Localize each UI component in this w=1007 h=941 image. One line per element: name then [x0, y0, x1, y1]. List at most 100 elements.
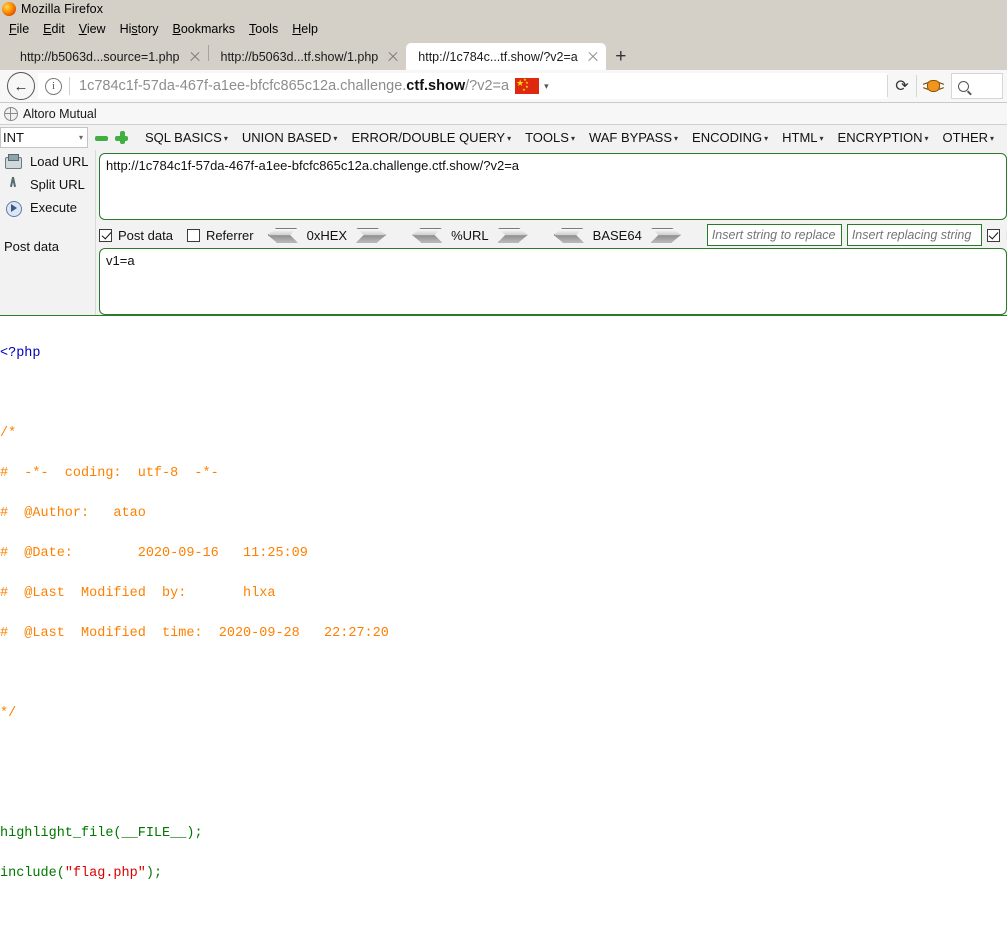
- php-open-tag: <?php: [0, 346, 41, 361]
- execute-button[interactable]: Execute: [0, 196, 95, 219]
- search-icon: [958, 80, 969, 92]
- url-host: ctf.show: [406, 78, 466, 94]
- menu-item-bookmarks[interactable]: Bookmarks: [166, 20, 243, 38]
- checkbox-box: [99, 228, 112, 242]
- comment-line-coding: # -*- coding: utf-8 -*-: [0, 466, 219, 481]
- tab-label: http://b5063d...source=1.php: [20, 49, 180, 64]
- url-encode-button[interactable]: [497, 227, 528, 243]
- tab-close-icon[interactable]: [386, 50, 400, 64]
- load-url-icon: [4, 153, 22, 171]
- referrer-checkbox[interactable]: Referrer: [186, 227, 254, 243]
- tab-close-icon[interactable]: [586, 50, 600, 64]
- browser-tab-3-active[interactable]: http://1c784c...tf.show/?v2=a: [406, 43, 606, 70]
- hackbar-menu-encryption[interactable]: ENCRYPTION ▾: [831, 128, 936, 147]
- comment-line-date: # @Date: 2020-09-16 11:25:09: [0, 546, 308, 561]
- hackbar-menu-html[interactable]: HTML ▾: [775, 128, 830, 147]
- tab-label: http://1c784c...tf.show/?v2=a: [418, 49, 578, 64]
- base64-label: BASE64: [592, 227, 642, 243]
- reload-icon[interactable]: ⟳: [888, 72, 916, 100]
- menu-item-view[interactable]: View: [72, 20, 113, 38]
- hackbar-menu-row: INT ▾ SQL BASICS ▾ UNION BASED ▾ ERROR/DOU…: [0, 125, 1007, 150]
- url-bar[interactable]: i 1c784c1f-57da-467f-a1ee-bfcfc865c12a.c…: [38, 73, 887, 99]
- menu-item-tools[interactable]: Tools: [242, 20, 285, 38]
- tab-close-icon[interactable]: [188, 50, 202, 64]
- firefox-logo-icon: [2, 2, 16, 16]
- hackbar-menu-waf-bypass[interactable]: WAF BYPASS ▾: [582, 128, 685, 147]
- split-url-button[interactable]: Split URL: [0, 173, 95, 196]
- url-decode-button[interactable]: [412, 227, 443, 243]
- bookmarks-bar: Altoro Mutual: [0, 103, 1007, 125]
- browser-tab-1[interactable]: http://b5063d...source=1.php: [8, 43, 208, 70]
- split-url-icon: [4, 176, 22, 194]
- base64-encoder-group: BASE64: [553, 227, 681, 243]
- load-url-label: Load URL: [30, 154, 89, 169]
- chevron-down-icon: ▾: [78, 133, 83, 142]
- menu-item-help[interactable]: Help: [285, 20, 325, 38]
- globe-icon: [4, 106, 18, 121]
- hackbar-menu-sql-basics[interactable]: SQL BASICS ▾: [138, 128, 235, 147]
- comment-line-close: */: [0, 706, 17, 721]
- post-data-checkbox-label: Post data: [118, 227, 173, 243]
- hex-encode-button[interactable]: [356, 227, 387, 243]
- hackbar-options-row: Post data Referrer 0xHEX %URL BASE64 Ins…: [99, 222, 1007, 248]
- plus-icon[interactable]: [115, 131, 128, 144]
- nav-separator: [916, 75, 917, 97]
- hackbar-menu-other[interactable]: OTHER ▾: [936, 128, 1002, 147]
- tab-strip: http://b5063d...source=1.php http://b506…: [0, 40, 1007, 70]
- hackbar-menu-error-double-query[interactable]: ERROR/DOUBLE QUERY ▾: [344, 128, 518, 147]
- bookmark-altoro-mutual[interactable]: Altoro Mutual: [23, 107, 97, 121]
- tab-label: http://b5063d...tf.show/1.php: [220, 49, 379, 64]
- replace-with-input[interactable]: [846, 224, 982, 246]
- flag-dropdown-caret-icon[interactable]: ▾: [544, 81, 549, 92]
- hex-decode-button[interactable]: [267, 227, 298, 243]
- checkbox-box: [986, 228, 1000, 242]
- menu-item-edit[interactable]: Edit: [36, 20, 72, 38]
- post-data-checkbox[interactable]: Post data: [99, 228, 173, 243]
- hackbar-panel: INT ▾ SQL BASICS ▾ UNION BASED ▾ ERROR/DOU…: [0, 125, 1007, 316]
- hackbar-menu: SQL BASICS ▾ UNION BASED ▾ ERROR/DOUBLE QU…: [138, 128, 1007, 147]
- hackbar-menu-tools[interactable]: TOOLS ▾: [518, 128, 582, 147]
- url-divider: [69, 77, 70, 95]
- menu-bar: FFileile Edit View History Bookmarks Too…: [0, 18, 1007, 40]
- hackbar-fields-column: Post data Referrer 0xHEX %URL: [96, 150, 1007, 315]
- url-textarea[interactable]: [99, 153, 1007, 220]
- hackbar-menu-xss[interactable]: XSS▾: [1001, 128, 1007, 147]
- china-flag-icon: ★ ★ ★ ★ ★: [515, 78, 540, 94]
- hackbar-menu-encoding[interactable]: ENCODING ▾: [685, 128, 775, 147]
- hackbar-bug-icon[interactable]: [922, 75, 945, 97]
- menu-item-file[interactable]: FFileile: [2, 20, 36, 38]
- load-url-button[interactable]: Load URL: [0, 150, 95, 173]
- replace-all-checkbox[interactable]: Replace All: [986, 228, 1007, 243]
- new-tab-button[interactable]: +: [606, 43, 636, 70]
- url-text: 1c784c1f-57da-467f-a1ee-bfcfc865c12a.cha…: [79, 78, 509, 94]
- split-url-label: Split URL: [30, 177, 85, 192]
- menu-item-history[interactable]: History: [113, 20, 166, 38]
- comment-line-open: /*: [0, 426, 17, 441]
- comment-line-modified-by: # @Last Modified by: hlxa: [0, 586, 276, 601]
- hackbar-menu-union-based[interactable]: UNION BASED ▾: [235, 128, 345, 147]
- execute-icon: [4, 199, 22, 217]
- back-arrow-icon[interactable]: ←: [7, 72, 35, 100]
- navigation-toolbar: ← i 1c784c1f-57da-467f-a1ee-bfcfc865c12a…: [0, 70, 1007, 103]
- hex-label: 0xHEX: [306, 227, 348, 243]
- url-suffix: /?v2=a: [465, 78, 510, 94]
- hackbar-body: Load URL Split URL Execute Post data Pos…: [0, 150, 1007, 315]
- base64-encode-button[interactable]: [650, 227, 681, 243]
- post-data-textarea[interactable]: [99, 248, 1007, 315]
- window-titlebar: Mozilla Firefox: [0, 0, 1007, 18]
- post-data-label: Post data: [4, 239, 59, 254]
- url-encoder-group: %URL: [412, 227, 528, 243]
- checkbox-box: [186, 228, 200, 242]
- php-source-output: <?php /* # -*- coding: utf-8 -*- # @Auth…: [0, 316, 1007, 941]
- search-input[interactable]: [951, 73, 1003, 99]
- minus-icon[interactable]: [95, 131, 108, 144]
- referrer-checkbox-label: Referrer: [205, 227, 254, 243]
- base64-decode-button[interactable]: [553, 227, 584, 243]
- info-icon[interactable]: i: [45, 77, 62, 95]
- browser-tab-2[interactable]: http://b5063d...tf.show/1.php: [209, 43, 407, 70]
- hackbar-type-select[interactable]: INT ▾: [0, 127, 88, 148]
- replace-search-input[interactable]: [706, 224, 842, 246]
- comment-line-author: # @Author: atao: [0, 506, 146, 521]
- execute-label: Execute: [30, 200, 77, 215]
- window-title: Mozilla Firefox: [21, 2, 104, 16]
